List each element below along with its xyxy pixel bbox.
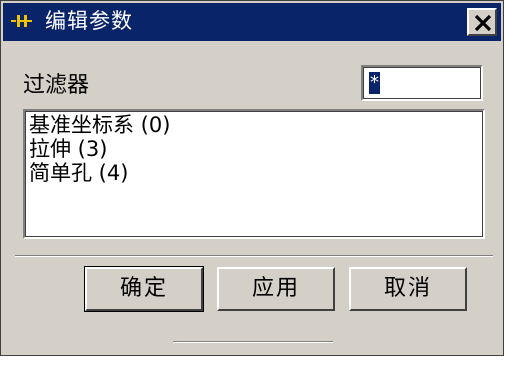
separator [15,255,493,257]
resize-grip[interactable] [173,341,333,343]
apply-button[interactable]: 应用 [217,267,335,311]
ok-button[interactable]: 确定 [84,266,204,312]
list-item-extrude[interactable]: 拉伸 (3) [29,137,107,161]
close-button[interactable] [467,8,497,36]
window-app-icon [11,12,33,30]
title-bar[interactable]: 编辑参数 [3,3,501,41]
list-item-simple-hole[interactable]: 简单孔 (4) [29,161,128,185]
window-title: 编辑参数 [45,9,133,33]
filter-input-value: * [369,72,380,94]
filter-label: 过滤器 [23,73,90,98]
filter-input[interactable]: * [361,65,483,101]
feature-listbox[interactable]: 基准坐标系 (0) 拉伸 (3) 简单孔 (4) [23,109,485,239]
cancel-button[interactable]: 取消 [349,267,467,311]
edit-parameters-dialog: 编辑参数 过滤器 * 基准坐标系 (0) 拉伸 (3) 简单孔 (4) 确定 应… [0,0,504,356]
list-item-datum-csys[interactable]: 基准坐标系 (0) [29,113,170,137]
